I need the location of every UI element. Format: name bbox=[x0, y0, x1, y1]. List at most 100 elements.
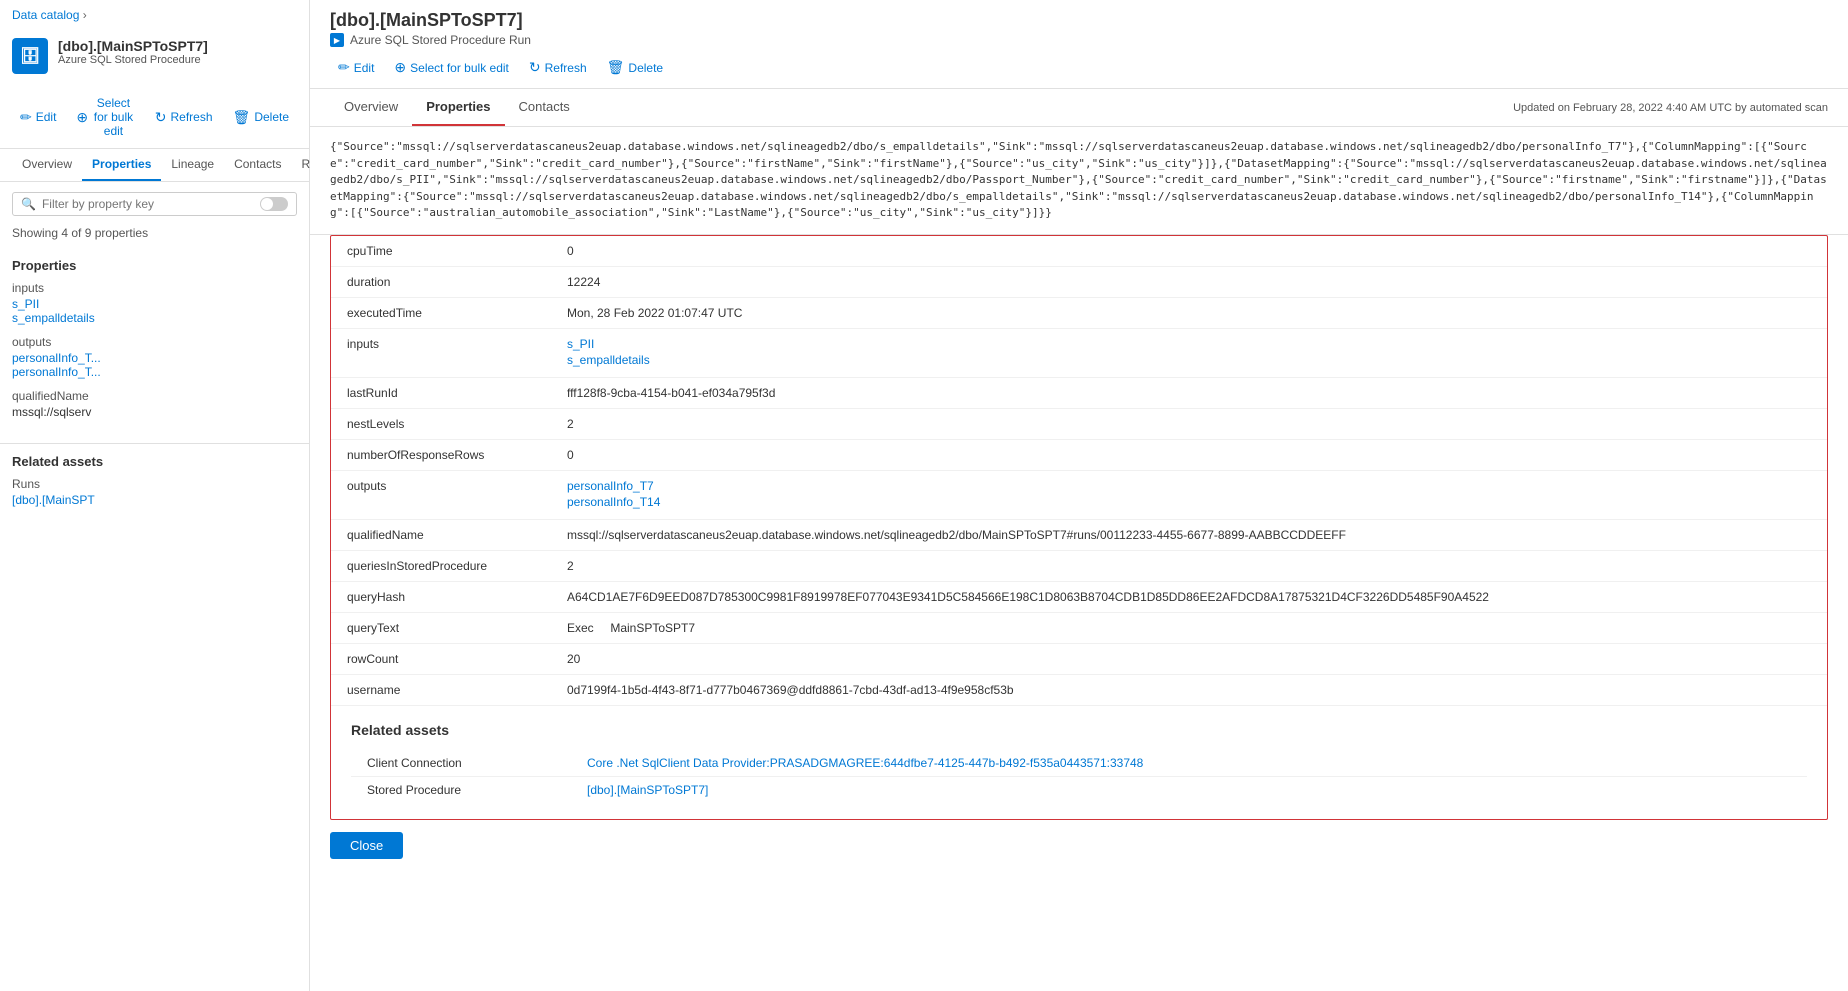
content-area[interactable]: {"Source":"mssql://sqlserverdatascaneus2… bbox=[310, 127, 1848, 991]
table-row: queryText Exec MainSPToSPT7 bbox=[331, 613, 1827, 644]
prop-val-inputs: s_PII s_empalldetails bbox=[567, 337, 1811, 369]
prop-key-lastrunid: lastRunId bbox=[347, 386, 567, 400]
left-bulk-label: Select for bulk edit bbox=[92, 96, 135, 138]
related-row-client: Client Connection Core .Net SqlClient Da… bbox=[351, 750, 1807, 777]
breadcrumb-link[interactable]: Data catalog bbox=[12, 8, 87, 22]
input-link-sempall[interactable]: s_empalldetails bbox=[567, 353, 1811, 367]
left-prop-outputs-val2[interactable]: personalInfo_T... bbox=[12, 365, 297, 379]
close-button[interactable]: Close bbox=[330, 832, 403, 859]
table-row: username 0d7199f4-1b5d-4f43-8f71-d777b04… bbox=[331, 675, 1827, 706]
right-tabs: Overview Properties Contacts Updated on … bbox=[310, 89, 1848, 127]
table-row: lastRunId fff128f8-9cba-4154-b041-ef034a… bbox=[331, 378, 1827, 409]
related-val-stored[interactable]: [dbo].[MainSPToSPT7] bbox=[587, 783, 708, 797]
left-properties-title: Properties bbox=[12, 258, 297, 273]
left-edit-button[interactable]: ✏ Edit bbox=[12, 105, 64, 130]
prop-val-username: 0d7199f4-1b5d-4f43-8f71-d777b0467369@ddf… bbox=[567, 683, 1811, 697]
filter-input-wrap: 🔍 bbox=[12, 192, 297, 216]
json-block: {"Source":"mssql://sqlserverdatascaneus2… bbox=[310, 127, 1848, 235]
left-related-runs-val[interactable]: [dbo].[MainSPT bbox=[12, 493, 297, 507]
right-tab-properties[interactable]: Properties bbox=[412, 89, 504, 126]
right-tab-overview[interactable]: Overview bbox=[330, 89, 412, 126]
prop-key-qualifiedname: qualifiedName bbox=[347, 528, 567, 542]
prop-val-executedtime: Mon, 28 Feb 2022 01:07:47 UTC bbox=[567, 306, 1811, 320]
breadcrumb: Data catalog bbox=[0, 0, 309, 30]
output-link-t7[interactable]: personalInfo_T7 bbox=[567, 479, 1811, 493]
related-assets-title: Related assets bbox=[351, 722, 1807, 738]
left-prop-outputs-val1[interactable]: personalInfo_T... bbox=[12, 351, 297, 365]
prop-key-executedtime: executedTime bbox=[347, 306, 567, 320]
left-tab-properties[interactable]: Properties bbox=[82, 149, 161, 181]
prop-key-querytext: queryText bbox=[347, 621, 567, 635]
input-link-spii[interactable]: s_PII bbox=[567, 337, 1811, 351]
right-edit-label: Edit bbox=[354, 61, 375, 75]
search-icon: 🔍 bbox=[21, 197, 36, 211]
updated-text: Updated on February 28, 2022 4:40 AM UTC… bbox=[1513, 102, 1828, 114]
asset-icon-text: 🗄 bbox=[20, 46, 40, 66]
prop-val-querytext: Exec MainSPToSPT7 bbox=[567, 621, 1811, 635]
table-row: inputs s_PII s_empalldetails bbox=[331, 329, 1827, 378]
prop-val-rowcount: 20 bbox=[567, 652, 1811, 666]
left-toolbar: ✏ Edit ⊕ Select for bulk edit ↻ Refresh … bbox=[0, 86, 309, 149]
left-prop-inputs-val1[interactable]: s_PII bbox=[12, 297, 297, 311]
table-row: rowCount 20 bbox=[331, 644, 1827, 675]
table-row: qualifiedName mssql://sqlserverdatascane… bbox=[331, 520, 1827, 551]
left-related-runs: Runs [dbo].[MainSPT bbox=[12, 477, 297, 507]
prop-key-outputs: outputs bbox=[347, 479, 567, 493]
left-related-runs-label: Runs bbox=[12, 477, 297, 491]
right-delete-button[interactable]: 🗑 Delete bbox=[599, 55, 671, 80]
prop-key-queryhash: queryHash bbox=[347, 590, 567, 604]
left-related-title: Related assets bbox=[12, 454, 297, 469]
right-header: [dbo].[MainSPToSPT7] ▶ Azure SQL Stored … bbox=[310, 0, 1848, 47]
left-prop-inputs-val2[interactable]: s_empalldetails bbox=[12, 311, 297, 325]
left-delete-button[interactable]: 🗑 Delete bbox=[225, 105, 297, 130]
left-refresh-label: Refresh bbox=[171, 110, 213, 124]
left-prop-inputs-label: inputs bbox=[12, 281, 297, 295]
left-asset-title: [dbo].[MainSPToSPT7] bbox=[58, 38, 297, 54]
prop-val-qualifiedname: mssql://sqlserverdatascaneus2euap.databa… bbox=[567, 528, 1811, 542]
right-edit-icon: ✏ bbox=[338, 59, 350, 76]
left-tab-lineage[interactable]: Lineage bbox=[161, 149, 224, 181]
prop-key-rowcount: rowCount bbox=[347, 652, 567, 666]
right-subtitle: ▶ Azure SQL Stored Procedure Run bbox=[330, 33, 1828, 47]
left-refresh-button[interactable]: ↻ Refresh bbox=[147, 105, 221, 130]
left-prop-qualifiedname-label: qualifiedName bbox=[12, 389, 297, 403]
right-bulk-button[interactable]: ⊕ Select for bulk edit bbox=[386, 55, 516, 80]
prop-val-outputs: personalInfo_T7 personalInfo_T14 bbox=[567, 479, 1811, 511]
filter-toggle[interactable] bbox=[260, 197, 288, 211]
left-properties-section: Properties inputs s_PII s_empalldetails … bbox=[0, 248, 309, 439]
trash-icon: 🗑 bbox=[233, 109, 251, 126]
prop-key-username: username bbox=[347, 683, 567, 697]
related-val-client[interactable]: Core .Net SqlClient Data Provider:PRASAD… bbox=[587, 756, 1143, 770]
filter-bar: 🔍 bbox=[0, 182, 309, 226]
left-tab-contacts[interactable]: Contacts bbox=[224, 149, 291, 181]
left-prop-outputs-label: outputs bbox=[12, 335, 297, 349]
asset-icon: 🗄 bbox=[12, 38, 48, 74]
right-refresh-button[interactable]: ↻ Refresh bbox=[521, 55, 595, 80]
left-asset-subtitle: Azure SQL Stored Procedure bbox=[58, 54, 297, 66]
filter-input[interactable] bbox=[42, 197, 246, 211]
table-row: outputs personalInfo_T7 personalInfo_T14 bbox=[331, 471, 1827, 520]
json-text: {"Source":"mssql://sqlserverdatascaneus2… bbox=[330, 140, 1827, 219]
right-title: [dbo].[MainSPToSPT7] bbox=[330, 10, 1828, 31]
prop-key-numresponse: numberOfResponseRows bbox=[347, 448, 567, 462]
run-icon: ▶ bbox=[330, 33, 344, 47]
right-tab-contacts[interactable]: Contacts bbox=[505, 89, 584, 126]
left-edit-label: Edit bbox=[36, 110, 57, 124]
left-tab-overview[interactable]: Overview bbox=[12, 149, 82, 181]
right-refresh-label: Refresh bbox=[545, 61, 587, 75]
plus-circle-icon: ⊕ bbox=[76, 109, 88, 126]
right-edit-button[interactable]: ✏ Edit bbox=[330, 55, 382, 80]
prop-val-queries: 2 bbox=[567, 559, 1811, 573]
right-tabs-left: Overview Properties Contacts bbox=[330, 89, 584, 126]
prop-val-numresponse: 0 bbox=[567, 448, 1811, 462]
table-row: queriesInStoredProcedure 2 bbox=[331, 551, 1827, 582]
prop-val-nestlevels: 2 bbox=[567, 417, 1811, 431]
prop-key-duration: duration bbox=[347, 275, 567, 289]
table-row: duration 12224 bbox=[331, 267, 1827, 298]
left-tabs: Overview Properties Lineage Contacts Re.… bbox=[0, 149, 309, 182]
left-prop-outputs: outputs personalInfo_T... personalInfo_T… bbox=[12, 335, 297, 379]
left-asset-header: 🗄 [dbo].[MainSPToSPT7] Azure SQL Stored … bbox=[0, 30, 309, 86]
output-link-t14[interactable]: personalInfo_T14 bbox=[567, 495, 1811, 509]
prop-key-queries: queriesInStoredProcedure bbox=[347, 559, 567, 573]
left-bulk-button[interactable]: ⊕ Select for bulk edit bbox=[68, 92, 142, 142]
